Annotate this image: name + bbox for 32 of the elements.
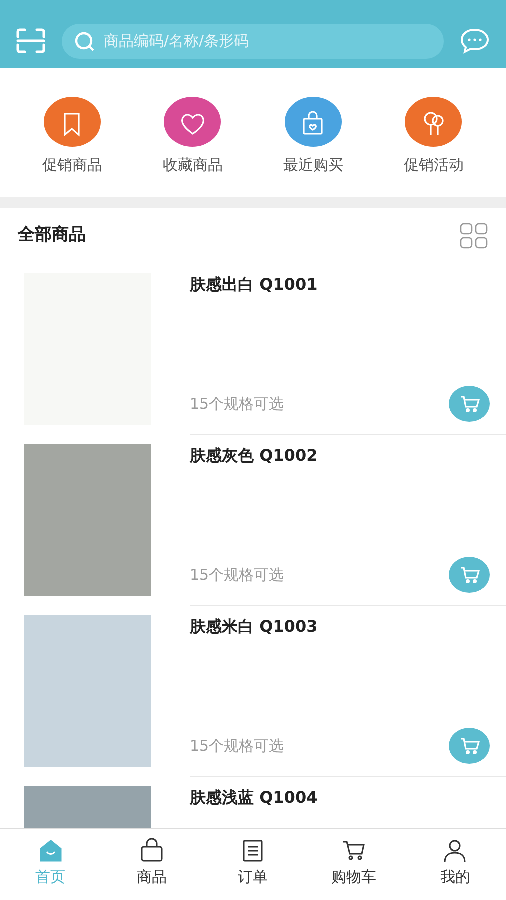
cart-icon xyxy=(460,737,480,755)
spec-count: 15个规格可选 xyxy=(190,564,284,586)
shortcut-label[interactable]: 促销活动 xyxy=(404,154,464,176)
grid-view-icon[interactable] xyxy=(460,223,488,249)
add-to-cart-button[interactable] xyxy=(449,728,490,764)
shortcut-label[interactable]: 收藏商品 xyxy=(162,154,223,176)
cart-icon xyxy=(460,395,480,413)
product-swatch[interactable] xyxy=(24,444,151,596)
add-to-cart-button[interactable] xyxy=(449,386,490,422)
nav-tab[interactable]: 订单 xyxy=(202,829,304,900)
spec-count: 15个规格可选 xyxy=(190,736,284,757)
shortcut-label[interactable]: 促销商品 xyxy=(42,154,102,176)
nav-tab[interactable]: 商品 xyxy=(101,829,202,900)
search-field[interactable]: 商品编码/名称/条形码 xyxy=(62,24,444,58)
nav-tab[interactable]: 我的 xyxy=(404,829,506,900)
chat-icon[interactable] xyxy=(460,28,490,54)
bag-icon xyxy=(138,838,165,864)
product-name[interactable]: 肤感出白 Q1001 xyxy=(190,264,506,297)
shortcut-label[interactable]: 最近购买 xyxy=(283,154,344,176)
scan-icon[interactable] xyxy=(16,28,46,54)
product-name[interactable]: 肤感浅蓝 Q1004 xyxy=(190,777,506,810)
section-title: 全部商品 xyxy=(18,224,86,248)
product-name[interactable]: 肤感米白 Q1003 xyxy=(190,606,506,639)
product-name[interactable]: 肤感灰色 Q1002 xyxy=(190,435,506,468)
product-swatch[interactable] xyxy=(24,615,151,767)
person-icon xyxy=(442,838,468,864)
cart-icon xyxy=(460,566,480,584)
search-icon xyxy=(74,30,96,52)
home-icon xyxy=(38,838,64,864)
nav-tab[interactable]: 购物车 xyxy=(304,829,405,900)
spec-count: 15个规格可选 xyxy=(190,394,284,415)
add-to-cart-button[interactable] xyxy=(449,557,490,593)
